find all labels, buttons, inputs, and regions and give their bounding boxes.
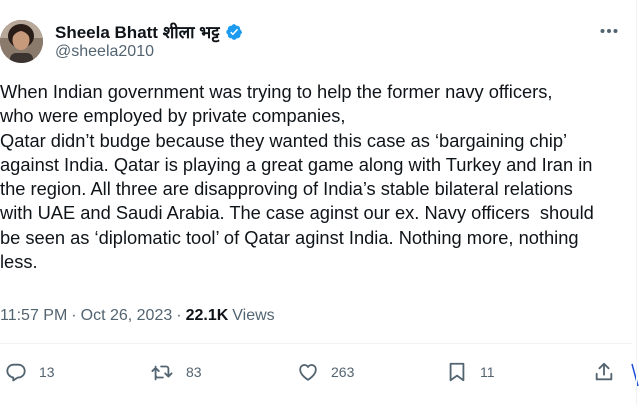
more-options-button[interactable] — [596, 20, 622, 42]
reply-button[interactable]: 13 — [5, 361, 55, 383]
tweet-header: Sheela Bhatt शीला भट्ट @sheela2010 — [0, 0, 640, 72]
like-button[interactable]: 263 — [297, 361, 354, 383]
retweet-icon — [151, 365, 173, 381]
meta-separator: · — [176, 307, 182, 324]
verified-badge-icon[interactable] — [225, 23, 243, 41]
views-label: Views — [232, 307, 275, 324]
reply-icon — [6, 363, 26, 382]
display-name[interactable]: Sheela Bhatt शीला भट्ट — [55, 20, 220, 43]
name-row: Sheela Bhatt शीला भट्ट — [55, 20, 243, 43]
handle[interactable]: @sheela2010 — [55, 43, 154, 61]
more-dots-icon — [600, 29, 618, 33]
avatar[interactable] — [0, 20, 43, 63]
retweet-count: 83 — [186, 364, 202, 380]
tweet-time[interactable]: 11:57 PM — [0, 307, 67, 325]
share-icon — [595, 362, 613, 381]
like-count: 263 — [331, 364, 355, 380]
bookmark-button[interactable]: 11 — [446, 361, 495, 383]
share-button[interactable] — [593, 361, 615, 383]
tweet-date[interactable]: Oct 26, 2023 — [81, 307, 173, 325]
heart-icon — [299, 364, 317, 381]
panel-border — [636, 0, 637, 405]
views-count[interactable]: 22.1K — [186, 307, 229, 325]
bookmark-icon — [449, 362, 465, 382]
bookmark-count: 11 — [480, 364, 495, 380]
meta-separator: · — [71, 307, 77, 324]
tweet-text: When Indian government was trying to hel… — [0, 81, 594, 273]
edge-mark — [630, 360, 640, 390]
tweet-meta: 11:57 PM · Oct 26, 2023 · 22.1K Views — [0, 307, 275, 325]
action-bar: 13 83 263 11 — [0, 344, 640, 405]
retweet-button[interactable]: 83 — [150, 361, 202, 383]
reply-count: 13 — [39, 364, 55, 380]
